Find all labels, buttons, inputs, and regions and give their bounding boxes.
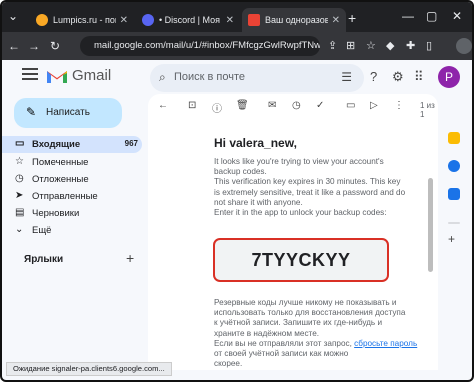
report-spam-icon[interactable]: ⓘ	[212, 100, 222, 115]
clock-icon: ◷	[15, 173, 24, 184]
sidebar-item-more[interactable]: ⌄ Ещё	[2, 222, 142, 239]
browser-window: Lumpics.ru - помощь с ✕ • Discord | Моя …	[0, 0, 474, 382]
star-icon: ☆	[15, 156, 24, 167]
pagination: 1 из 1	[420, 101, 435, 119]
mark-unread-icon[interactable]: ✉	[268, 100, 276, 111]
backup-code-box: 7TYYCKYY	[213, 238, 389, 282]
sidebar-item-sent[interactable]: ➤ Отправленные	[2, 188, 142, 205]
search-input[interactable]: Поиск в почте	[174, 71, 245, 83]
sidebar-item-drafts[interactable]: ▤ Черновики	[2, 205, 142, 222]
share-icon[interactable]: ⇪	[328, 39, 337, 52]
send-icon: ➤	[15, 190, 24, 201]
gmail-header: Gmail ⌕ Поиск в почте ☰ ? ⚙ ⠿ P	[2, 60, 472, 96]
inbox-icon: ▭	[15, 138, 25, 149]
settings-icon[interactable]: ⚙	[392, 69, 404, 85]
tab-strip: Lumpics.ru - помощь с ✕ • Discord | Моя …	[2, 2, 472, 32]
pencil-icon: ✎	[26, 105, 37, 119]
more-options-icon[interactable]: ⋮	[394, 100, 404, 111]
email-greeting: Hi valera_new,	[214, 136, 297, 150]
verification-code[interactable]: 7TYYCKYY	[215, 250, 387, 271]
menu-icon[interactable]	[22, 68, 38, 82]
label-icon[interactable]: ▷	[370, 100, 378, 111]
keep-icon[interactable]	[448, 132, 460, 144]
sidebar-item-snoozed[interactable]: ◷ Отложенные	[2, 171, 142, 188]
archive-icon[interactable]: ⊡	[188, 100, 196, 111]
minimize-button[interactable]: —	[402, 9, 414, 23]
close-icon[interactable]: ✕	[226, 15, 234, 26]
sidepanel-icon[interactable]: ▯	[426, 39, 432, 52]
tasks-icon[interactable]	[448, 160, 460, 172]
account-avatar[interactable]: P	[438, 66, 460, 88]
close-window-button[interactable]: ✕	[452, 9, 462, 23]
contacts-icon[interactable]	[448, 188, 460, 200]
delete-icon[interactable]: 🗑	[236, 100, 249, 111]
labels-heading: Ярлыки	[24, 254, 64, 265]
tab-lumpics[interactable]: Lumpics.ru - помощь с ✕	[30, 8, 134, 32]
tab-discord[interactable]: • Discord | Моя учётн ✕	[136, 8, 240, 32]
forward-icon[interactable]: →	[28, 39, 40, 53]
tab-gmail[interactable]: Ваш одноразовый код ✕	[242, 8, 346, 32]
reload-icon[interactable]: ↻	[50, 39, 60, 53]
back-icon[interactable]: ←	[8, 39, 20, 53]
close-icon[interactable]: ✕	[120, 15, 128, 26]
filter-options-icon[interactable]: ☰	[341, 70, 352, 84]
apps-grid-icon[interactable]: ⠿	[414, 69, 424, 85]
sidebar-item-starred[interactable]: ☆ Помеченные	[2, 154, 142, 171]
add-task-icon[interactable]: ✓	[316, 100, 324, 111]
move-to-icon[interactable]: ▭	[346, 100, 355, 111]
star-icon[interactable]: ☆	[366, 39, 376, 52]
email-paragraph-ru: Резервные коды лучше никому не показыват…	[214, 298, 418, 369]
extensions-icon[interactable]: ✚	[406, 39, 415, 52]
close-icon[interactable]: ✕	[332, 15, 340, 26]
draft-icon: ▤	[15, 207, 25, 218]
add-addon-icon[interactable]: +	[448, 232, 460, 246]
compose-label: Написать	[46, 107, 90, 118]
url-text: mail.google.com/mail/u/1/#inbox/FMfcgzGw…	[94, 40, 320, 51]
search-icon: ⌕	[159, 70, 166, 84]
compose-button[interactable]: ✎ Написать	[14, 98, 122, 128]
status-bar: Ожидание signaler-pa.clients6.google.com…	[6, 362, 172, 376]
help-icon[interactable]: ?	[370, 69, 377, 84]
add-label-button[interactable]: +	[126, 250, 134, 266]
unread-count: 967	[124, 139, 138, 148]
profile-avatar[interactable]	[456, 38, 472, 54]
gmail-brand: Gmail	[72, 67, 112, 84]
reset-password-link[interactable]: сбросьте пароль	[354, 339, 417, 348]
chevron-down-icon: ⌄	[15, 224, 24, 235]
discord-favicon-icon	[142, 14, 154, 26]
translate-icon[interactable]: ⊞	[346, 39, 355, 52]
tab-search-icon[interactable]: ⌄	[8, 9, 18, 23]
gmail-favicon-icon	[248, 14, 260, 26]
reset-line: Если вы не отправляли этот запрос, сброс…	[214, 338, 418, 348]
sidebar-item-inbox[interactable]: ▭ Входящие 967	[2, 136, 142, 153]
snooze-icon[interactable]: ◷	[292, 100, 301, 111]
search-box[interactable]: ⌕ Поиск в почте ☰	[150, 64, 364, 92]
extension-fox-icon[interactable]: ◆	[386, 39, 394, 52]
new-tab-button[interactable]: +	[348, 10, 356, 26]
orange-favicon-icon	[36, 14, 48, 26]
back-to-inbox-icon[interactable]: ←	[158, 100, 168, 111]
maximize-button[interactable]: ▢	[426, 9, 437, 23]
email-paragraph-en: It looks like you're trying to view your…	[214, 157, 406, 218]
divider	[448, 222, 460, 224]
address-bar[interactable]: mail.google.com/mail/u/1/#inbox/FMfcgzGw…	[80, 36, 320, 56]
gmail-logo-icon	[47, 71, 67, 83]
scrollbar[interactable]	[428, 178, 433, 272]
toolbar: ← → ↻ mail.google.com/mail/u/1/#inbox/FM…	[2, 32, 472, 60]
